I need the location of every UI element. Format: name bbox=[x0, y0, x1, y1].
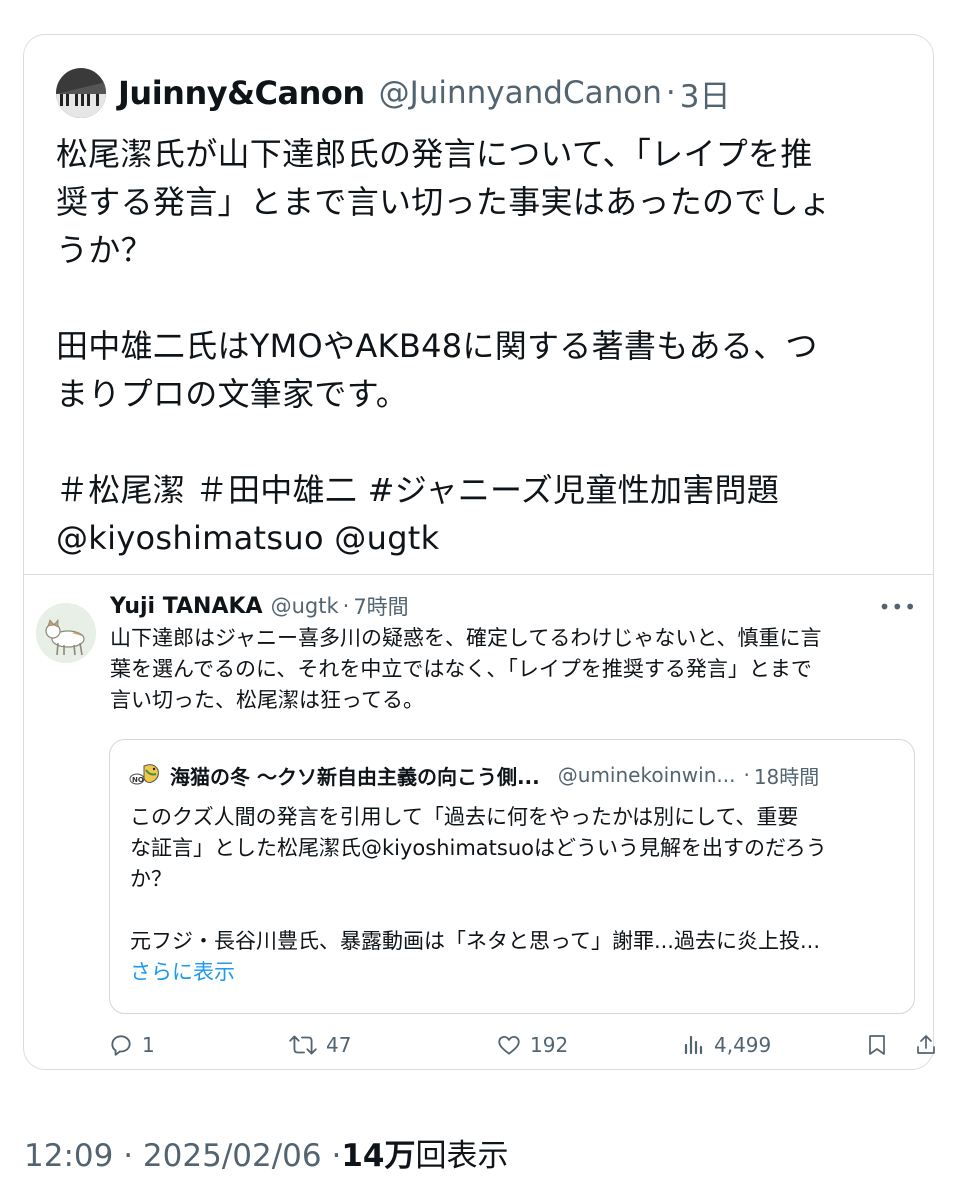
separator: · bbox=[342, 594, 350, 618]
retweet-icon bbox=[289, 1035, 317, 1055]
quoted-user-handle[interactable]: @ugtk bbox=[271, 594, 339, 618]
tweet-text-line: まりプロの文筆家です。 bbox=[56, 375, 409, 413]
quoted-text-line: 葉を選んでるのに、それを中立ではなく、「レイプを推奨する発言」とまで bbox=[110, 657, 812, 681]
svg-text:NO: NO bbox=[132, 776, 144, 784]
bookmark-icon bbox=[869, 1035, 885, 1055]
views-label: 回表示 bbox=[415, 1138, 509, 1174]
like-count: 192 bbox=[530, 1033, 569, 1057]
cat-avatar-icon bbox=[36, 603, 96, 663]
nested-text-line: 元フジ・長谷川豊氏、暴露動画は「ネタと思って」謝罪...過去に炎上投... bbox=[130, 929, 820, 953]
nested-text-line: このクズ人間の発言を引用して「過去に何をやったかは別にして、重要 bbox=[130, 805, 799, 829]
views-button[interactable]: 4,499 bbox=[682, 1032, 771, 1058]
tweet-card[interactable]: Juinny&Canon @JuinnyandCanon · 3日 松尾潔氏が山… bbox=[23, 34, 935, 1070]
nested-tweet-age[interactable]: 18時間 bbox=[754, 761, 819, 790]
avatar[interactable] bbox=[36, 603, 96, 663]
retweet-count: 47 bbox=[326, 1033, 352, 1057]
quoted-tweet-text: 山下達郎はジャニー喜多川の疑惑を、確定してるわけじゃないと、慎重に言 葉を選んで… bbox=[110, 623, 910, 716]
nested-quote-header: NO 海猫の冬 〜クソ新自由主義の向こう側... @uminekoinwin..… bbox=[128, 760, 819, 790]
tweet-date[interactable]: 2025/02/06 bbox=[143, 1138, 322, 1174]
reply-button[interactable]: 1 bbox=[108, 1032, 155, 1058]
display-name[interactable]: Juinny&Canon bbox=[118, 74, 365, 112]
tweet-text-line: 奨する発言」とまで言い切った事実はあったのでしょ bbox=[56, 183, 832, 221]
share-icon bbox=[917, 1035, 935, 1054]
nested-user-handle[interactable]: @uminekoinwin... bbox=[558, 763, 736, 787]
tweet-header: Juinny&Canon @JuinnyandCanon · 3日 bbox=[56, 65, 730, 121]
share-button[interactable] bbox=[914, 1032, 946, 1058]
tweet-meta: 12:09 · 2025/02/06 ·14万回表示 bbox=[24, 1130, 508, 1175]
nested-text-line bbox=[130, 895, 900, 926]
mentions-line[interactable]: @kiyoshimatsuo @ugtk bbox=[56, 514, 906, 562]
retweet-button[interactable]: 47 bbox=[288, 1032, 351, 1058]
reply-icon bbox=[111, 1035, 131, 1056]
tweet-text-line: 田中雄二氏はYMOやAKB48に関する著書もある、つ bbox=[56, 327, 818, 365]
tweet-text-line: 松尾潔氏が山下達郎氏の発言について、「レイプを推 bbox=[56, 135, 813, 173]
bird-no-avatar-icon: NO bbox=[129, 764, 159, 785]
heart-icon bbox=[498, 1035, 520, 1055]
user-handle[interactable]: @JuinnyandCanon bbox=[379, 75, 662, 111]
nested-text-line: な証言」とした松尾潔氏@kiyoshimatsuoはどういう見解を出すのだろう bbox=[130, 836, 827, 860]
separator: · bbox=[665, 75, 676, 111]
like-button[interactable]: 192 bbox=[496, 1032, 568, 1058]
tweet-text: 松尾潔氏が山下達郎氏の発言について、「レイプを推 奨する発言」とまで言い切った事… bbox=[56, 130, 906, 562]
divider bbox=[24, 574, 933, 575]
views-total: 14万 bbox=[341, 1138, 416, 1174]
reply-count: 1 bbox=[142, 1033, 155, 1057]
hashtags-line[interactable]: ＃松尾潔 ＃田中雄二 #ジャニーズ児童性加害問題 bbox=[56, 466, 906, 514]
quoted-display-name[interactable]: Yuji TANAKA bbox=[110, 594, 263, 619]
bookmark-button[interactable] bbox=[866, 1032, 896, 1058]
nested-quote-card[interactable]: NO 海猫の冬 〜クソ新自由主義の向こう側... @uminekoinwin..… bbox=[109, 739, 915, 1014]
action-bar: 1 47 192 4,499 bbox=[108, 1032, 935, 1068]
show-more-link[interactable]: さらに表示 bbox=[130, 957, 900, 988]
more-options-icon[interactable]: ••• bbox=[879, 595, 917, 619]
separator: · bbox=[123, 1138, 134, 1174]
quoted-text-line: 山下達郎はジャニー喜多川の疑惑を、確定してるわけじゃないと、慎重に言 bbox=[110, 626, 822, 650]
quoted-text-line: 言い切った、松尾潔は狂ってる。 bbox=[110, 688, 424, 712]
tweet-age[interactable]: 3日 bbox=[680, 71, 731, 116]
view-count: 4,499 bbox=[714, 1033, 772, 1057]
avatar[interactable] bbox=[56, 68, 106, 118]
nested-quote-text: このクズ人間の発言を引用して「過去に何をやったかは別にして、重要 な証言」とした… bbox=[130, 802, 900, 988]
analytics-icon bbox=[684, 1035, 703, 1055]
quoted-tweet-age[interactable]: 7時間 bbox=[353, 591, 408, 621]
nested-text-line: か？ bbox=[130, 867, 172, 891]
nested-display-name[interactable]: 海猫の冬 〜クソ新自由主義の向こう側... bbox=[170, 761, 540, 790]
tweet-text-line: うか？ bbox=[56, 231, 153, 269]
piano-avatar-icon bbox=[56, 68, 106, 118]
separator: · bbox=[743, 763, 750, 787]
separator: · bbox=[331, 1138, 342, 1174]
tweet-time[interactable]: 12:09 bbox=[24, 1138, 113, 1174]
